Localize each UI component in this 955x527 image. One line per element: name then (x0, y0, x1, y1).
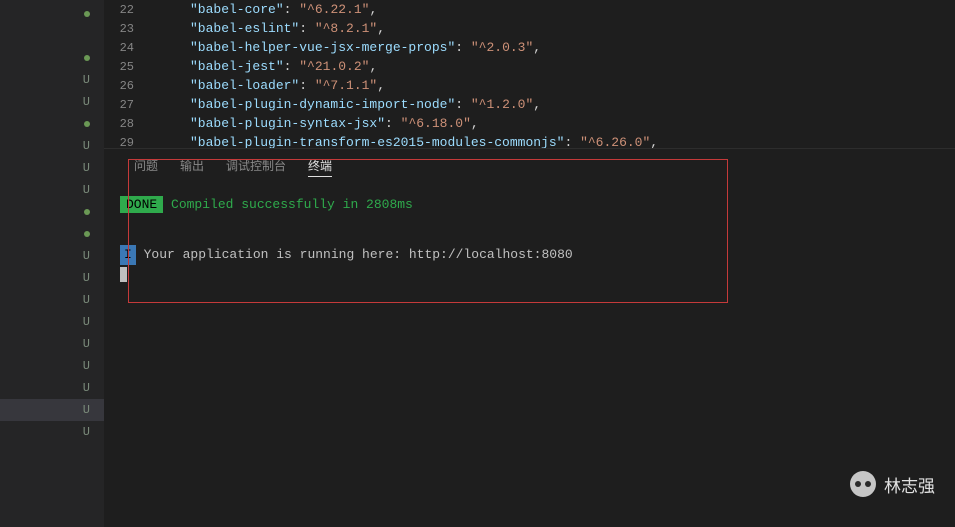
code-line[interactable]: 26 "babel-loader": "^7.1.1", (104, 76, 955, 95)
sidebar-status-row[interactable]: U (0, 399, 104, 421)
modified-dot-icon (84, 209, 90, 215)
code-content: "babel-plugin-syntax-jsx": "^6.18.0", (190, 116, 479, 131)
sidebar-status-row[interactable]: U (0, 157, 104, 179)
main-panel: 22 "babel-core": "^6.22.1", 23 "babel-eslin… (104, 0, 955, 527)
watermark-name: 林志强 (884, 472, 935, 497)
code-line[interactable]: 22 "babel-core": "^6.22.1", (104, 0, 955, 19)
code-line[interactable]: 27 "babel-plugin-dynamic-import-node": "^… (104, 95, 955, 114)
sidebar-status-row[interactable]: U (0, 333, 104, 355)
sidebar-status-row[interactable]: U (0, 135, 104, 157)
code-content: "babel-plugin-transform-es2015-modules-c… (190, 135, 658, 148)
line-number: 28 (104, 117, 152, 131)
code-line[interactable]: 23 "babel-eslint": "^8.2.1", (104, 19, 955, 38)
code-content: "babel-plugin-dynamic-import-node": "^1.… (190, 97, 541, 112)
line-number: 29 (104, 136, 152, 149)
code-content: "babel-jest": "^21.0.2", (190, 59, 377, 74)
code-content: "babel-core": "^6.22.1", (190, 2, 377, 17)
code-content: "babel-eslint": "^8.2.1", (190, 21, 385, 36)
sidebar-status-row[interactable] (0, 201, 104, 223)
line-number: 25 (104, 60, 152, 74)
root-layout: UUUUUUUUUUUUUU 22"babel-core": "^6.22.1"… (0, 0, 955, 527)
code-editor[interactable]: 22 "babel-core": "^6.22.1", 23 "babel-eslin… (104, 0, 955, 148)
sidebar-status-row[interactable] (0, 47, 104, 69)
line-number: 27 (104, 98, 152, 112)
modified-dot-icon (84, 231, 90, 237)
terminal-cursor (120, 267, 127, 282)
compile-status-text: Compiled successfully in 2808ms (163, 197, 413, 212)
git-gutter-sidebar: UUUUUUUUUUUUUU (0, 0, 104, 527)
terminal-output[interactable]: DONE Compiled successfully in 2808ms I Y… (104, 185, 955, 285)
tab-debug-console[interactable]: 调试控制台 (226, 157, 286, 177)
code-line[interactable]: 25 "babel-jest": "^21.0.2", (104, 57, 955, 76)
sidebar-status-row[interactable]: U (0, 69, 104, 91)
sidebar-status-row[interactable] (0, 25, 104, 47)
sidebar-status-row[interactable]: U (0, 355, 104, 377)
line-number: 24 (104, 41, 152, 55)
bottom-panel: 问题 输出 调试控制台 终端 DONE Compiled successfull… (104, 148, 955, 527)
code-content: "babel-helper-vue-jsx-merge-props": "^2.… (190, 40, 541, 55)
sidebar-status-row[interactable] (0, 223, 104, 245)
sidebar-status-row[interactable]: U (0, 91, 104, 113)
sidebar-status-row[interactable]: U (0, 245, 104, 267)
sidebar-status-row[interactable] (0, 113, 104, 135)
modified-dot-icon (84, 11, 90, 17)
server-url-text: Your application is running here: http:/… (136, 247, 573, 262)
tab-output[interactable]: 输出 (180, 157, 204, 177)
sidebar-status-row[interactable]: U (0, 267, 104, 289)
info-badge: I (120, 245, 136, 265)
wechat-icon (850, 471, 876, 497)
sidebar-status-row[interactable]: U (0, 421, 104, 443)
code-line[interactable]: 29 "babel-plugin-transform-es2015-modules… (104, 133, 955, 148)
line-number: 23 (104, 22, 152, 36)
line-number: 22 (104, 3, 152, 17)
line-number: 26 (104, 79, 152, 93)
sidebar-status-row[interactable] (0, 3, 104, 25)
sidebar-status-row[interactable]: U (0, 179, 104, 201)
tab-problems[interactable]: 问题 (134, 157, 158, 177)
tab-terminal[interactable]: 终端 (308, 157, 332, 177)
code-content: "babel-loader": "^7.1.1", (190, 78, 385, 93)
watermark: 林志强 (850, 471, 935, 497)
code-line[interactable]: 28 "babel-plugin-syntax-jsx": "^6.18.0", (104, 114, 955, 133)
modified-dot-icon (84, 55, 90, 61)
sidebar-status-row[interactable]: U (0, 289, 104, 311)
code-line[interactable]: 24 "babel-helper-vue-jsx-merge-props": "^… (104, 38, 955, 57)
panel-tabs: 问题 输出 调试控制台 终端 (104, 149, 955, 185)
sidebar-status-row[interactable]: U (0, 377, 104, 399)
sidebar-status-row[interactable]: U (0, 311, 104, 333)
done-badge: DONE (120, 196, 163, 213)
modified-dot-icon (84, 121, 90, 127)
